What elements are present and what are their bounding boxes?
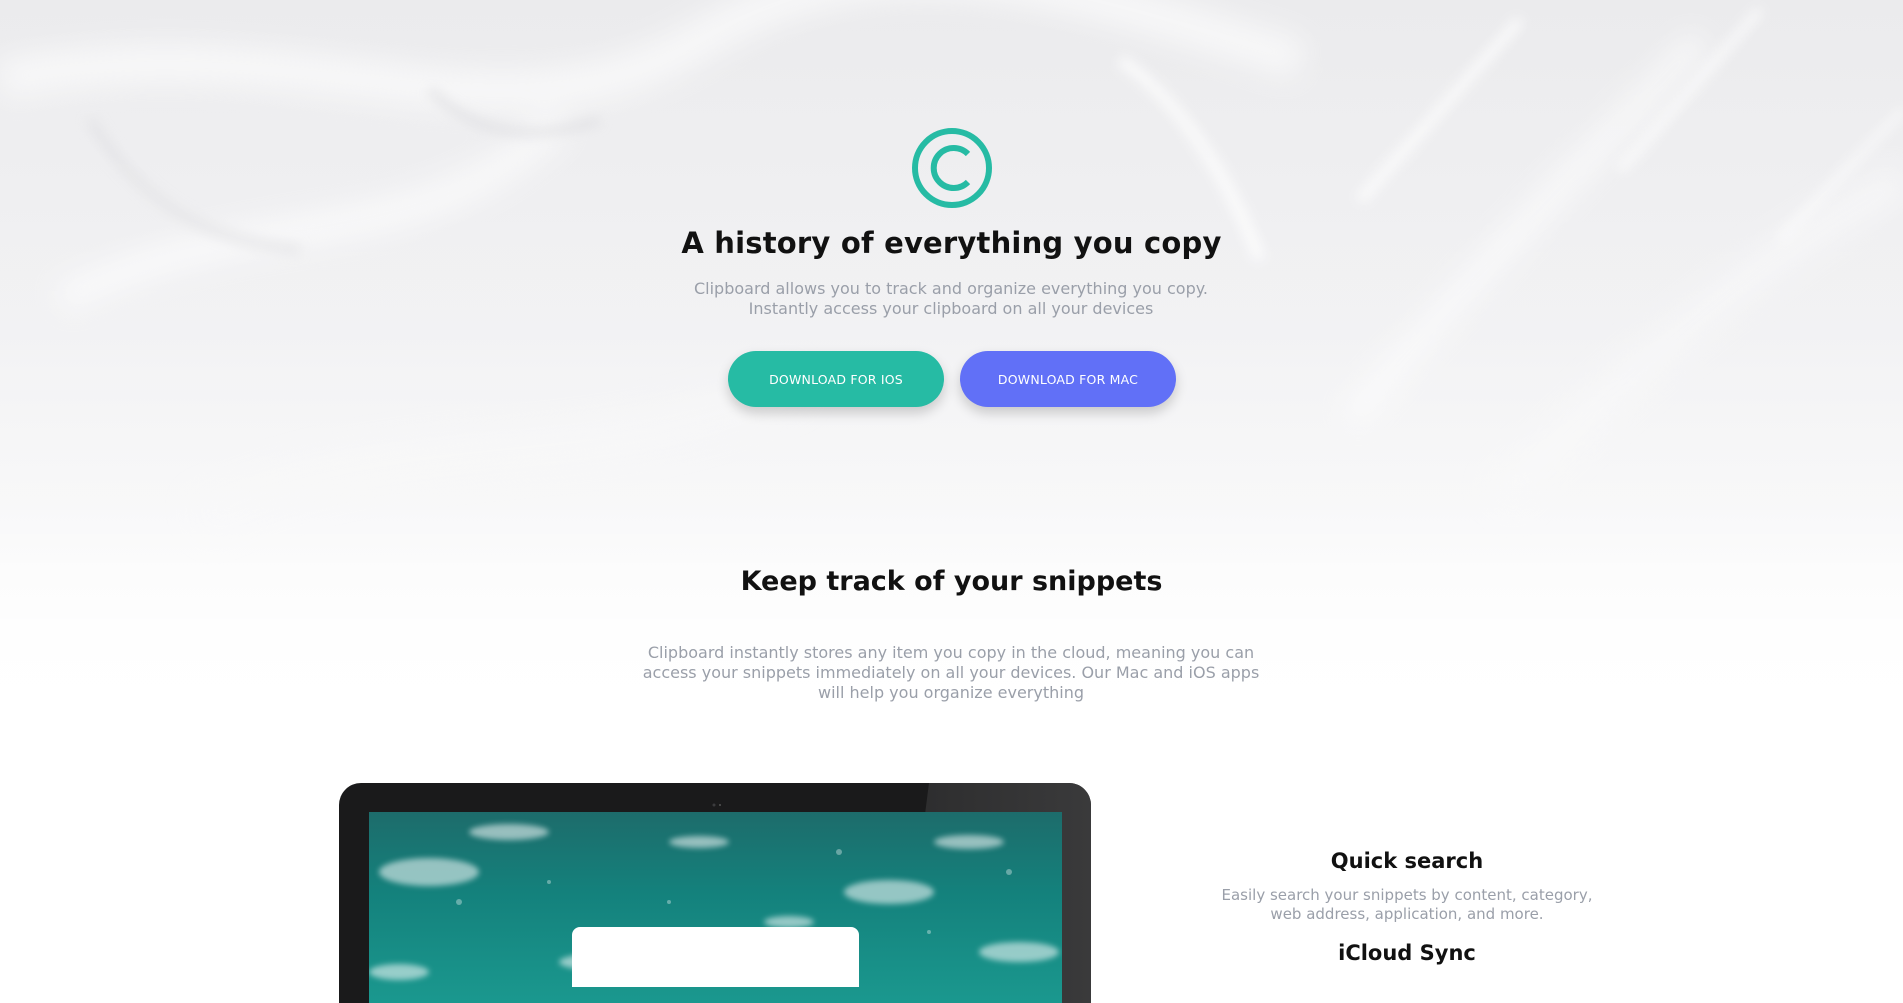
download-ios-button[interactable]: Download for iOS bbox=[728, 351, 944, 407]
copyright-icon bbox=[911, 127, 993, 209]
hero-background bbox=[0, 0, 1903, 720]
feature-title: iCloud Sync bbox=[1338, 941, 1476, 965]
snippets-description: Clipboard instantly stores any item you … bbox=[642, 643, 1260, 702]
hero-title: A history of everything you copy bbox=[681, 226, 1222, 260]
feature-description: Easily search your snippets by content, … bbox=[1221, 886, 1593, 923]
hero-subtitle: Clipboard allows you to track and organi… bbox=[693, 279, 1209, 318]
feature-icloud-sync: iCloud Sync bbox=[1207, 941, 1607, 965]
device-screen bbox=[369, 812, 1062, 1003]
feature-quick-search: Quick search Easily search your snippets… bbox=[1207, 849, 1607, 924]
screen-app-window bbox=[572, 927, 859, 987]
download-mac-button[interactable]: Download for Mac bbox=[960, 351, 1176, 407]
camera-icon bbox=[712, 792, 722, 807]
snippets-title: Keep track of your snippets bbox=[740, 566, 1163, 597]
mac-device-mockup bbox=[339, 783, 1091, 1003]
feature-title: Quick search bbox=[1330, 849, 1484, 873]
